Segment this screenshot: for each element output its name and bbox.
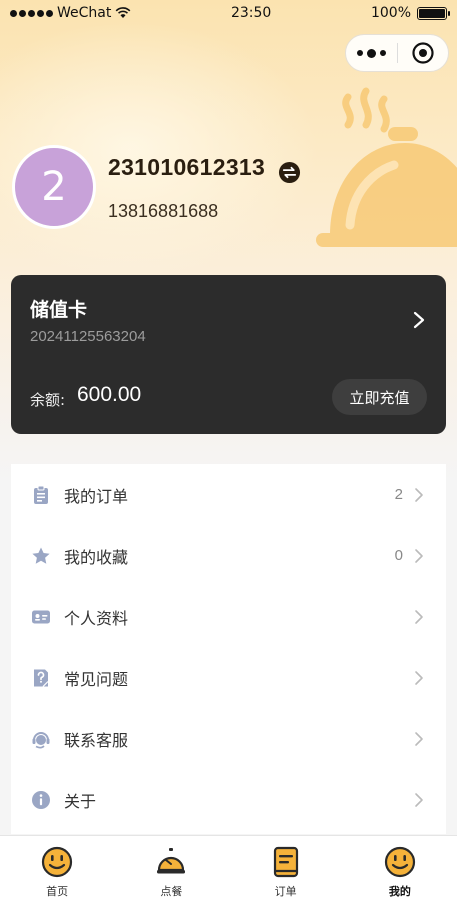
menu-list: 我的订单 2 我的收藏 0 个人资料 常见问题 联系客服 关于 <box>11 464 446 834</box>
menu-item-orders[interactable]: 我的订单 2 <box>11 464 446 525</box>
tab-mine[interactable]: 我的 <box>343 836 457 900</box>
headset-icon <box>32 731 50 748</box>
service-bell-icon <box>157 848 186 874</box>
chevron-right-icon <box>415 609 423 624</box>
tab-label: 我的 <box>388 885 411 898</box>
menu-item-profile[interactable]: 个人资料 <box>11 586 446 647</box>
avatar[interactable]: 2 <box>12 145 96 229</box>
order-count: 2 <box>394 486 403 503</box>
chevron-right-icon[interactable] <box>412 311 426 329</box>
favorite-count: 0 <box>394 547 403 564</box>
chevron-right-icon <box>415 670 423 685</box>
cloche-icon <box>316 87 457 247</box>
menu-item-about[interactable]: 关于 <box>11 769 446 830</box>
tab-label: 首页 <box>46 885 69 898</box>
menu-label: 我的订单 <box>64 486 129 506</box>
close-mini-program-icon[interactable] <box>397 41 448 65</box>
menu-label: 我的收藏 <box>64 547 129 567</box>
balance-value: 600.00 <box>77 383 142 406</box>
menu-item-faq[interactable]: 常见问题 <box>11 647 446 708</box>
tab-orders[interactable]: 订单 <box>229 836 343 900</box>
tab-label: 订单 <box>274 885 297 898</box>
clock: 23:50 <box>230 5 272 21</box>
chevron-right-icon <box>415 731 423 746</box>
smiley-home-icon <box>42 846 73 878</box>
battery-icon <box>417 6 450 20</box>
menu-item-favorites[interactable]: 我的收藏 0 <box>11 525 446 586</box>
smiley-profile-icon <box>384 846 415 878</box>
mini-program-capsule <box>345 34 449 72</box>
battery-percent: 100% <box>370 5 411 21</box>
carrier-label: WeChat <box>57 5 112 21</box>
faq-icon <box>34 669 49 687</box>
tab-bar: 首页 点餐 订单 我的 <box>0 835 457 900</box>
clipboard-icon <box>34 485 48 504</box>
phone-number: 13816881688 <box>108 201 219 221</box>
chevron-right-icon <box>415 792 423 807</box>
menu-label: 关于 <box>64 791 97 811</box>
chevron-right-icon <box>415 487 423 502</box>
card-number: 20241125563204 <box>30 328 146 345</box>
balance-label: 余额: <box>30 391 66 409</box>
info-icon <box>32 790 50 809</box>
star-icon <box>32 547 50 564</box>
more-options-icon[interactable] <box>346 48 397 58</box>
recharge-button[interactable]: 立即充值 <box>332 379 427 415</box>
menu-label: 联系客服 <box>64 730 129 750</box>
menu-label: 个人资料 <box>64 608 129 628</box>
menu-item-customer-service[interactable]: 联系客服 <box>11 708 446 769</box>
chevron-right-icon <box>415 548 423 563</box>
menu-label: 常见问题 <box>64 669 129 689</box>
status-bar: WeChat 23:50 100% <box>0 0 457 26</box>
tab-home[interactable]: 首页 <box>0 836 114 900</box>
order-note-icon <box>273 846 298 878</box>
tab-label: 点餐 <box>160 885 183 898</box>
wifi-icon <box>115 7 131 18</box>
tab-order-food[interactable]: 点餐 <box>114 836 228 900</box>
signal-icon <box>10 9 53 17</box>
card-title: 储值卡 <box>30 299 88 321</box>
id-card-icon <box>32 610 50 623</box>
switch-account-icon[interactable] <box>278 161 301 184</box>
stored-value-card[interactable]: 储值卡 20241125563204 余额: 600.00 立即充值 <box>11 275 446 434</box>
user-id: 231010612313 <box>108 154 266 180</box>
